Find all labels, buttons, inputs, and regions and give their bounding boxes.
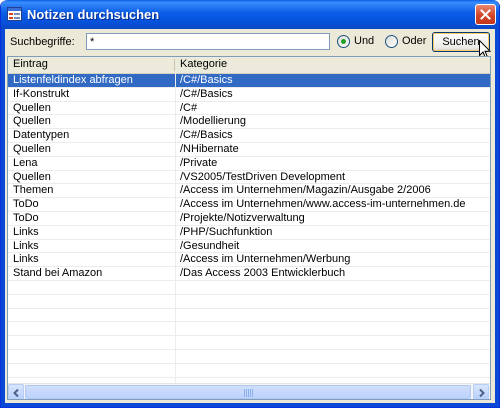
row-gridline xyxy=(8,294,490,295)
cell-kategorie: /C#/Basics xyxy=(180,74,233,86)
cell-kategorie: /Gesundheit xyxy=(180,239,240,252)
cell-kategorie: /Projekte/Notizverwaltung xyxy=(180,212,305,224)
arrow-left-icon xyxy=(13,389,19,397)
oder-radio-label[interactable]: Oder xyxy=(402,35,426,47)
radio-selected-dot xyxy=(341,39,346,44)
cell-kategorie: /Access im Unternehmen/Werbung xyxy=(180,253,351,266)
cell-kategorie: /PHP/Suchfunktion xyxy=(180,225,273,238)
cell-kategorie: /VS2005/TestDriven Development xyxy=(180,170,346,183)
scroll-right-button[interactable] xyxy=(473,384,489,399)
cell-eintrag: Links xyxy=(13,253,39,266)
cell-kategorie: /C# xyxy=(180,101,198,114)
table-row[interactable]: Datentypen/C#/Basics xyxy=(8,129,490,142)
cell-eintrag: Links xyxy=(13,239,39,252)
row-gridline xyxy=(8,321,490,322)
search-input[interactable] xyxy=(86,33,330,50)
row-gridline xyxy=(8,363,490,364)
table-row[interactable]: Listenfeldindex abfragen/C#/Basics xyxy=(8,74,490,87)
close-button[interactable] xyxy=(475,4,496,25)
table-row[interactable]: ToDo/Projekte/Notizverwaltung xyxy=(8,212,490,225)
table-row[interactable]: Quellen/NHibernate xyxy=(8,143,490,156)
column-header-kategorie[interactable]: Kategorie xyxy=(175,57,490,73)
list-header: Eintrag Kategorie xyxy=(8,57,490,74)
cell-eintrag: Listenfeldindex abfragen xyxy=(13,74,133,86)
table-row[interactable]: Links/PHP/Suchfunktion xyxy=(8,226,490,239)
table-row[interactable]: If-Konstrukt/C#/Basics xyxy=(8,88,490,101)
window-frame-bottom xyxy=(1,403,499,407)
window-title: Notizen durchsuchen xyxy=(27,7,160,22)
cell-eintrag: Lena xyxy=(13,156,38,169)
table-row[interactable]: Links/Access im Unternehmen/Werbung xyxy=(8,253,490,266)
table-row[interactable]: ToDo/Access im Unternehmen/www.access-im… xyxy=(8,198,490,211)
column-header-eintrag[interactable]: Eintrag xyxy=(8,57,175,73)
cell-eintrag: Datentypen xyxy=(13,129,70,142)
cell-kategorie: /Access im Unternehmen/www.access-im-unt… xyxy=(180,198,466,211)
table-row[interactable]: Quellen/Modellierung xyxy=(8,115,490,128)
thumb-grip xyxy=(244,389,254,397)
cell-eintrag: Stand bei Amazon xyxy=(13,267,103,280)
cell-kategorie: /Das Access 2003 Entwicklerbuch xyxy=(180,267,346,280)
scrollbar-thumb[interactable] xyxy=(25,385,471,399)
results-list[interactable]: Eintrag Kategorie Listenfeldindex abfrag… xyxy=(7,56,491,400)
cell-kategorie: /C#/Basics xyxy=(180,129,233,142)
title-bar[interactable]: Notizen durchsuchen xyxy=(1,0,499,29)
search-notes-dialog: Notizen durchsuchen Suchbegriffe: Und Od… xyxy=(0,0,500,408)
window-frame-left xyxy=(1,29,5,407)
table-row[interactable]: Lena/Private xyxy=(8,157,490,170)
form-icon xyxy=(7,7,22,21)
table-row[interactable]: Themen/Access im Unternehmen/Magazin/Aus… xyxy=(8,184,490,197)
cell-eintrag: Quellen xyxy=(13,101,51,114)
scroll-left-button[interactable] xyxy=(8,384,24,399)
search-label: Suchbegriffe: xyxy=(10,36,75,48)
row-gridline xyxy=(8,377,490,378)
cell-eintrag: Quellen xyxy=(13,170,51,183)
cell-eintrag: Quellen xyxy=(13,115,51,128)
table-row[interactable]: Quellen/C# xyxy=(8,102,490,115)
cell-eintrag: Themen xyxy=(13,184,54,197)
row-gridline xyxy=(8,335,490,336)
cell-eintrag: ToDo xyxy=(13,198,39,211)
und-radio-label[interactable]: Und xyxy=(354,35,374,47)
cell-kategorie: /C#/Basics xyxy=(180,87,233,100)
table-row[interactable]: Quellen/VS2005/TestDriven Development xyxy=(8,171,490,184)
cell-kategorie: /Modellierung xyxy=(180,115,247,128)
cell-eintrag: Quellen xyxy=(13,143,51,155)
cell-kategorie: /NHibernate xyxy=(180,143,239,155)
window-frame-right xyxy=(495,29,499,407)
row-gridline xyxy=(8,349,490,350)
row-gridline xyxy=(8,308,490,309)
close-icon xyxy=(480,9,491,20)
arrow-right-icon xyxy=(479,389,485,397)
oder-radio[interactable] xyxy=(385,35,398,48)
cell-kategorie: /Private xyxy=(180,156,218,169)
table-row[interactable]: Links/Gesundheit xyxy=(8,240,490,253)
cell-eintrag: Links xyxy=(13,225,39,238)
cell-eintrag: If-Konstrukt xyxy=(13,87,70,100)
column-gridline xyxy=(175,73,176,383)
cell-kategorie: /Access im Unternehmen/Magazin/Ausgabe 2… xyxy=(180,184,431,197)
table-row[interactable]: Stand bei Amazon/Das Access 2003 Entwick… xyxy=(8,267,490,280)
cell-eintrag: ToDo xyxy=(13,212,39,224)
horizontal-scrollbar[interactable] xyxy=(8,383,490,399)
und-radio[interactable] xyxy=(337,35,350,48)
